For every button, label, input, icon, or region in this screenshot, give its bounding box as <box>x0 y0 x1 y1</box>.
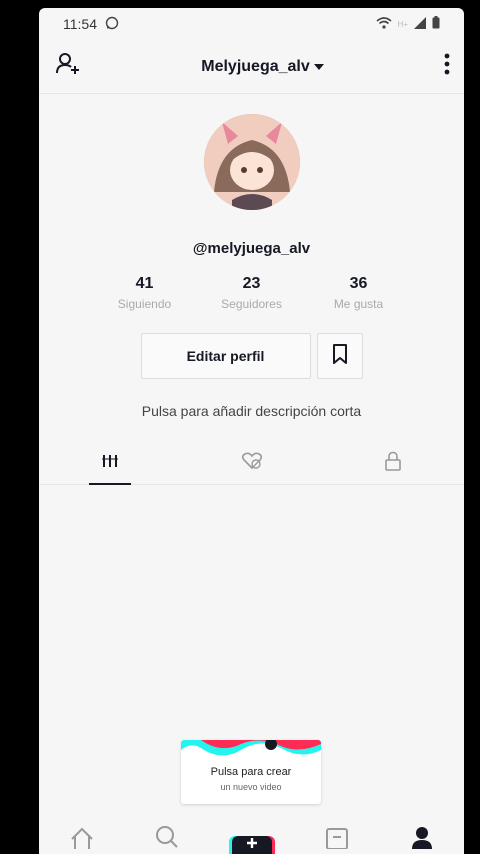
battery-icon <box>432 16 440 32</box>
stat-following[interactable]: 41 Siguiendo <box>91 275 198 311</box>
stat-followers[interactable]: 23 Seguidores <box>198 275 305 311</box>
stat-likes[interactable]: 36 Me gusta <box>305 275 412 311</box>
create-video-tooltip[interactable]: Pulsa para crear un nuevo video <box>181 740 321 804</box>
stat-value: 23 <box>242 275 261 292</box>
status-bar: 11:54 H+ <box>39 8 464 40</box>
stat-value: 36 <box>349 275 368 292</box>
bookmark-icon <box>332 343 348 369</box>
nav-discover[interactable] <box>147 825 187 854</box>
header-username: Melyjuega_alv <box>201 57 310 75</box>
grid-icon <box>101 453 119 474</box>
create-button <box>231 836 272 854</box>
lock-icon <box>384 451 402 476</box>
inbox-icon <box>325 827 349 854</box>
phone-screen: 11:54 H+ Melyjuega_alv @melyjuega_alv 41… <box>39 8 464 854</box>
profile-handle: @melyjuega_alv <box>192 240 311 257</box>
plus-icon <box>246 836 258 854</box>
profile-stats: 41 Siguiendo 23 Seguidores 36 Me gusta <box>39 275 464 311</box>
tab-videos[interactable] <box>39 443 181 484</box>
stat-label: Seguidores <box>221 297 282 311</box>
profile-tabs <box>39 443 464 485</box>
add-friend-icon[interactable] <box>55 51 81 82</box>
search-icon <box>155 825 179 854</box>
edit-profile-button[interactable]: Editar perfil <box>140 333 311 379</box>
nav-profile[interactable] <box>402 825 442 854</box>
avatar[interactable] <box>203 114 300 210</box>
home-icon <box>70 827 94 854</box>
tab-private[interactable] <box>322 443 464 484</box>
status-time: 11:54 <box>63 16 97 32</box>
profile-header: Melyjuega_alv <box>39 40 464 94</box>
account-switcher[interactable]: Melyjuega_alv <box>201 58 324 76</box>
nav-create[interactable] <box>231 828 272 854</box>
wifi-icon <box>376 16 392 32</box>
profile-actions: Editar perfil <box>39 333 464 379</box>
profile-icon <box>410 825 434 854</box>
stat-value: 41 <box>135 275 154 292</box>
favorites-button[interactable] <box>316 333 363 379</box>
tooltip-decoration <box>181 740 321 756</box>
whatsapp-icon <box>105 16 119 33</box>
bio-prompt[interactable]: Pulsa para añadir descripción corta <box>39 403 464 419</box>
network-type-label: H+ <box>397 19 408 29</box>
nav-inbox[interactable] <box>317 828 357 854</box>
nav-home[interactable] <box>62 827 102 854</box>
more-options-icon[interactable] <box>444 53 450 80</box>
stat-label: Me gusta <box>333 297 384 311</box>
stat-label: Siguiendo <box>117 297 172 311</box>
hidden-heart-icon <box>241 452 263 475</box>
tab-liked[interactable] <box>181 443 323 484</box>
tooltip-title: Pulsa para crear <box>210 766 292 778</box>
tooltip-subtitle: un nuevo video <box>220 782 282 792</box>
bottom-navigation <box>39 825 464 854</box>
signal-icon <box>414 16 426 32</box>
caret-down-icon <box>313 58 324 76</box>
